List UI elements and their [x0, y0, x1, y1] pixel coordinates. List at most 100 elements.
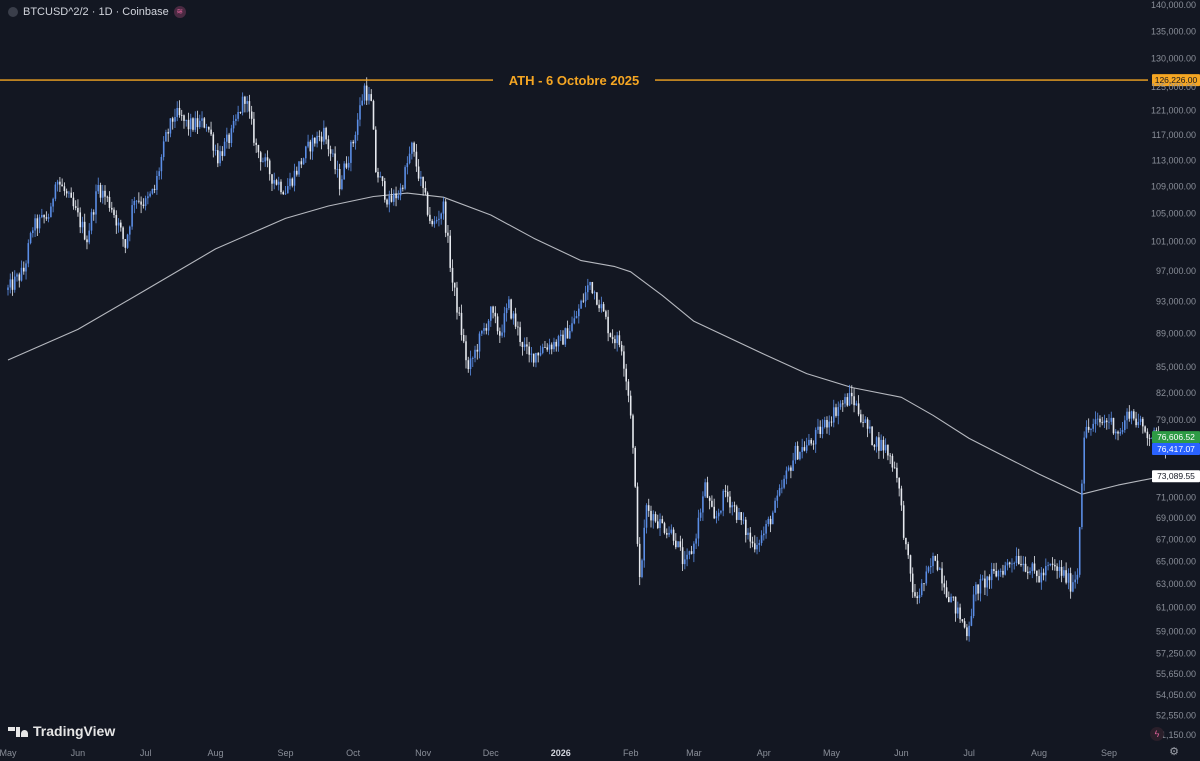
- candle-body: [907, 544, 909, 556]
- candle-body: [1047, 565, 1049, 567]
- candle-body: [975, 584, 977, 595]
- candle-body: [961, 619, 964, 622]
- candle-body: [241, 96, 244, 113]
- y-tick-label: 109,000.00: [1151, 181, 1196, 191]
- candle-body: [848, 392, 851, 406]
- candle-body: [356, 119, 359, 135]
- candle-body: [426, 192, 429, 215]
- candle-body: [250, 111, 253, 119]
- candle-body: [557, 336, 560, 347]
- time-axis[interactable]: May Jun Jul Aug Sep Oct Nov Dec 2026 Feb Mar Apr May…: [0, 748, 1117, 758]
- x-tick-label: May: [0, 748, 17, 758]
- candle-body: [844, 397, 846, 404]
- candle-body: [803, 447, 806, 451]
- candle-body: [1045, 566, 1047, 576]
- candle-body: [309, 141, 312, 152]
- candle-body: [666, 533, 668, 535]
- candle-body: [377, 172, 379, 178]
- candle-body: [1013, 563, 1015, 564]
- candle-body: [1042, 572, 1045, 576]
- moving-average-line: [7, 192, 1164, 495]
- candle-body: [32, 230, 34, 233]
- candle-body: [977, 584, 979, 594]
- candle-body: [731, 505, 733, 508]
- candle-body: [920, 583, 923, 596]
- symbol-title[interactable]: BTCUSD^2/2 · 1D · Coinbase: [23, 6, 169, 18]
- candle-body: [934, 556, 937, 561]
- candle-body: [943, 583, 946, 588]
- candle-body: [614, 339, 616, 344]
- candle-body: [41, 215, 43, 218]
- ath-label[interactable]: ATH - 6 Octobre 2025: [509, 73, 640, 88]
- candle-body: [318, 135, 321, 137]
- y-tick-label: 93,000.00: [1156, 297, 1196, 307]
- candle-body: [122, 227, 124, 240]
- candle-body: [230, 128, 233, 143]
- candle-body: [56, 181, 59, 185]
- candle-body: [300, 161, 303, 165]
- candle-body: [668, 532, 670, 535]
- candle-body: [959, 607, 961, 620]
- chart-header[interactable]: BTCUSD^2/2 · 1D · Coinbase ≋: [8, 4, 186, 20]
- y-tick-label: 61,000.00: [1156, 602, 1196, 612]
- candle-body: [9, 279, 12, 288]
- ath-annotation-layer[interactable]: ATH - 6 Octobre 2025 126,226.00: [0, 73, 1200, 88]
- candle-body: [796, 445, 799, 460]
- candle-body: [781, 487, 783, 489]
- candle-body: [562, 334, 564, 345]
- candle-body: [758, 543, 761, 546]
- candle-body: [174, 117, 176, 122]
- candle-body: [808, 439, 810, 446]
- candle-body: [1133, 411, 1135, 419]
- candle-body: [404, 167, 406, 189]
- candle-body: [196, 118, 199, 128]
- candle-body: [950, 596, 952, 603]
- candle-body: [1024, 563, 1027, 572]
- candle-body: [702, 496, 704, 513]
- candle-body: [638, 543, 641, 577]
- candle-body: [131, 205, 133, 227]
- tradingview-logo[interactable]: TradingView: [8, 721, 115, 741]
- y-tick-label: 121,000.00: [1151, 106, 1196, 116]
- candle-body: [149, 193, 151, 197]
- candle-body: [641, 560, 643, 577]
- candle-body: [345, 163, 348, 168]
- x-tick-label: Jun: [71, 748, 86, 758]
- candle-body: [273, 180, 275, 184]
- candle-body: [636, 486, 639, 544]
- candle-body: [1038, 576, 1040, 583]
- candle-body: [456, 287, 458, 313]
- candle-body: [514, 313, 517, 327]
- candle-body: [765, 524, 767, 534]
- chart-stage[interactable]: ATH - 6 Octobre 2025 126,226.00 140,000.0…: [0, 0, 1200, 761]
- candle-body: [429, 214, 431, 221]
- candle-body: [147, 196, 149, 199]
- candle-body: [810, 439, 812, 444]
- candle-body: [115, 215, 118, 226]
- candle-body: [873, 445, 876, 447]
- gear-icon[interactable]: ⚙: [1167, 745, 1181, 759]
- candle-body: [645, 505, 648, 528]
- candle-body: [144, 198, 147, 206]
- candle-body: [1067, 573, 1070, 583]
- status-icon[interactable]: ≋: [173, 6, 186, 18]
- candle-body: [413, 142, 415, 152]
- candle-body: [102, 190, 104, 198]
- lightning-icon[interactable]: ϟ: [1150, 727, 1164, 741]
- candle-body: [379, 176, 382, 178]
- candle-body: [738, 512, 740, 520]
- candle-body: [277, 181, 280, 185]
- candle-body: [1090, 428, 1092, 430]
- candle-body: [1076, 574, 1079, 580]
- candle-body: [889, 455, 891, 457]
- candle-body: [1101, 422, 1103, 424]
- candle-body: [77, 207, 79, 213]
- candle-body: [857, 403, 860, 415]
- candle-body: [487, 320, 490, 331]
- candle-body: [135, 200, 138, 202]
- candle-body: [305, 146, 307, 159]
- candle-body: [417, 166, 420, 179]
- candle-body: [900, 488, 903, 506]
- price-chart[interactable]: ATH - 6 Octobre 2025 126,226.00 140,000.0…: [0, 0, 1200, 761]
- price-axis[interactable]: 140,000.00 135,000.00 130,000.00 125,000.00…: [1151, 0, 1196, 740]
